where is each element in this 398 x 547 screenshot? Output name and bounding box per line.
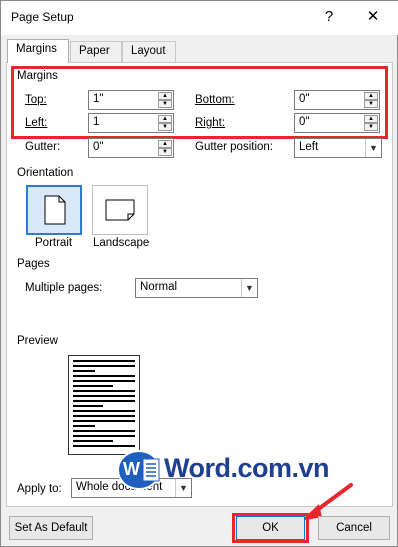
tab-margins[interactable]: Margins (7, 39, 69, 63)
cancel-button[interactable]: Cancel (318, 516, 390, 540)
top-margin-spinner[interactable]: 1" ▲ ▼ (88, 90, 174, 110)
chevron-down-icon: ▼ (365, 139, 381, 157)
gutter-spinner[interactable]: 0" ▲ ▼ (88, 138, 174, 158)
preview-group-label: Preview (17, 335, 58, 347)
bottom-margin-value: 0" (299, 93, 310, 105)
top-label: Top: (25, 94, 47, 106)
gutter-position-select[interactable]: Left ▼ (294, 138, 382, 158)
page-preview (68, 355, 140, 455)
top-margin-value: 1" (93, 93, 104, 105)
chevron-down-icon: ▼ (241, 279, 257, 297)
portrait-option[interactable] (26, 185, 82, 235)
set-as-default-button[interactable]: Set As Default (9, 516, 93, 540)
bottom-margin-down-arrow[interactable]: ▼ (364, 100, 378, 108)
gutter-up-arrow[interactable]: ▲ (158, 140, 172, 148)
tab-layout-label: Layout (131, 45, 166, 57)
ok-button[interactable]: OK (236, 516, 305, 540)
tab-margins-label: Margins (16, 43, 57, 55)
set-as-default-label: Set As Default (14, 522, 88, 534)
gutter-position-label: Gutter position: (195, 141, 273, 153)
dialog-title: Page Setup (11, 10, 74, 24)
multiple-pages-value: Normal (140, 281, 178, 293)
page-setup-dialog: Page Setup ? ✕ Margins Paper Layout Marg… (0, 0, 398, 547)
landscape-label: Landscape (93, 237, 150, 249)
close-icon: ✕ (366, 8, 380, 25)
title-bar: Page Setup ? ✕ (1, 1, 398, 35)
watermark-logo: W (117, 449, 165, 491)
left-margin-down-arrow[interactable]: ▼ (158, 123, 172, 131)
bottom-margin-spinner[interactable]: 0" ▲ ▼ (294, 90, 380, 110)
tab-paper-label: Paper (79, 45, 110, 57)
tab-paper[interactable]: Paper (70, 41, 122, 63)
left-label: Left: (25, 117, 48, 129)
portrait-label: Portrait (35, 237, 73, 249)
right-label: Right: (195, 117, 226, 129)
ok-label: OK (262, 522, 279, 534)
bottom-label: Bottom: (195, 94, 235, 106)
top-margin-down-arrow[interactable]: ▼ (158, 100, 172, 108)
gutter-down-arrow[interactable]: ▼ (158, 148, 172, 156)
close-button[interactable]: ✕ (353, 4, 393, 30)
gutter-value: 0" (93, 141, 104, 153)
landscape-option[interactable] (92, 185, 148, 235)
tab-layout[interactable]: Layout (122, 41, 176, 63)
margins-group-label: Margins (17, 70, 58, 82)
right-margin-spinner[interactable]: 0" ▲ ▼ (294, 113, 380, 133)
top-margin-up-arrow[interactable]: ▲ (158, 92, 172, 100)
gutter-label: Gutter: (25, 141, 61, 153)
bottom-margin-up-arrow[interactable]: ▲ (364, 92, 378, 100)
gutter-position-value: Left (299, 141, 319, 153)
portrait-page-icon (44, 195, 66, 225)
help-icon: ? (324, 8, 334, 25)
pages-group-label: Pages (17, 258, 50, 270)
cancel-label: Cancel (336, 522, 372, 534)
right-margin-value: 0" (299, 116, 310, 128)
apply-to-label: Apply to: (17, 483, 62, 495)
right-margin-down-arrow[interactable]: ▼ (364, 123, 378, 131)
help-button[interactable]: ? (309, 4, 349, 30)
orientation-group-label: Orientation (17, 167, 74, 179)
watermark-logo-letter: W (123, 459, 140, 479)
multiple-pages-select[interactable]: Normal ▼ (135, 278, 258, 298)
left-margin-spinner[interactable]: 1 ▲ ▼ (88, 113, 174, 133)
left-margin-up-arrow[interactable]: ▲ (158, 115, 172, 123)
landscape-page-icon (105, 199, 135, 221)
right-margin-up-arrow[interactable]: ▲ (364, 115, 378, 123)
multiple-pages-label: Multiple pages: (25, 282, 103, 294)
left-margin-value: 1 (93, 116, 100, 128)
